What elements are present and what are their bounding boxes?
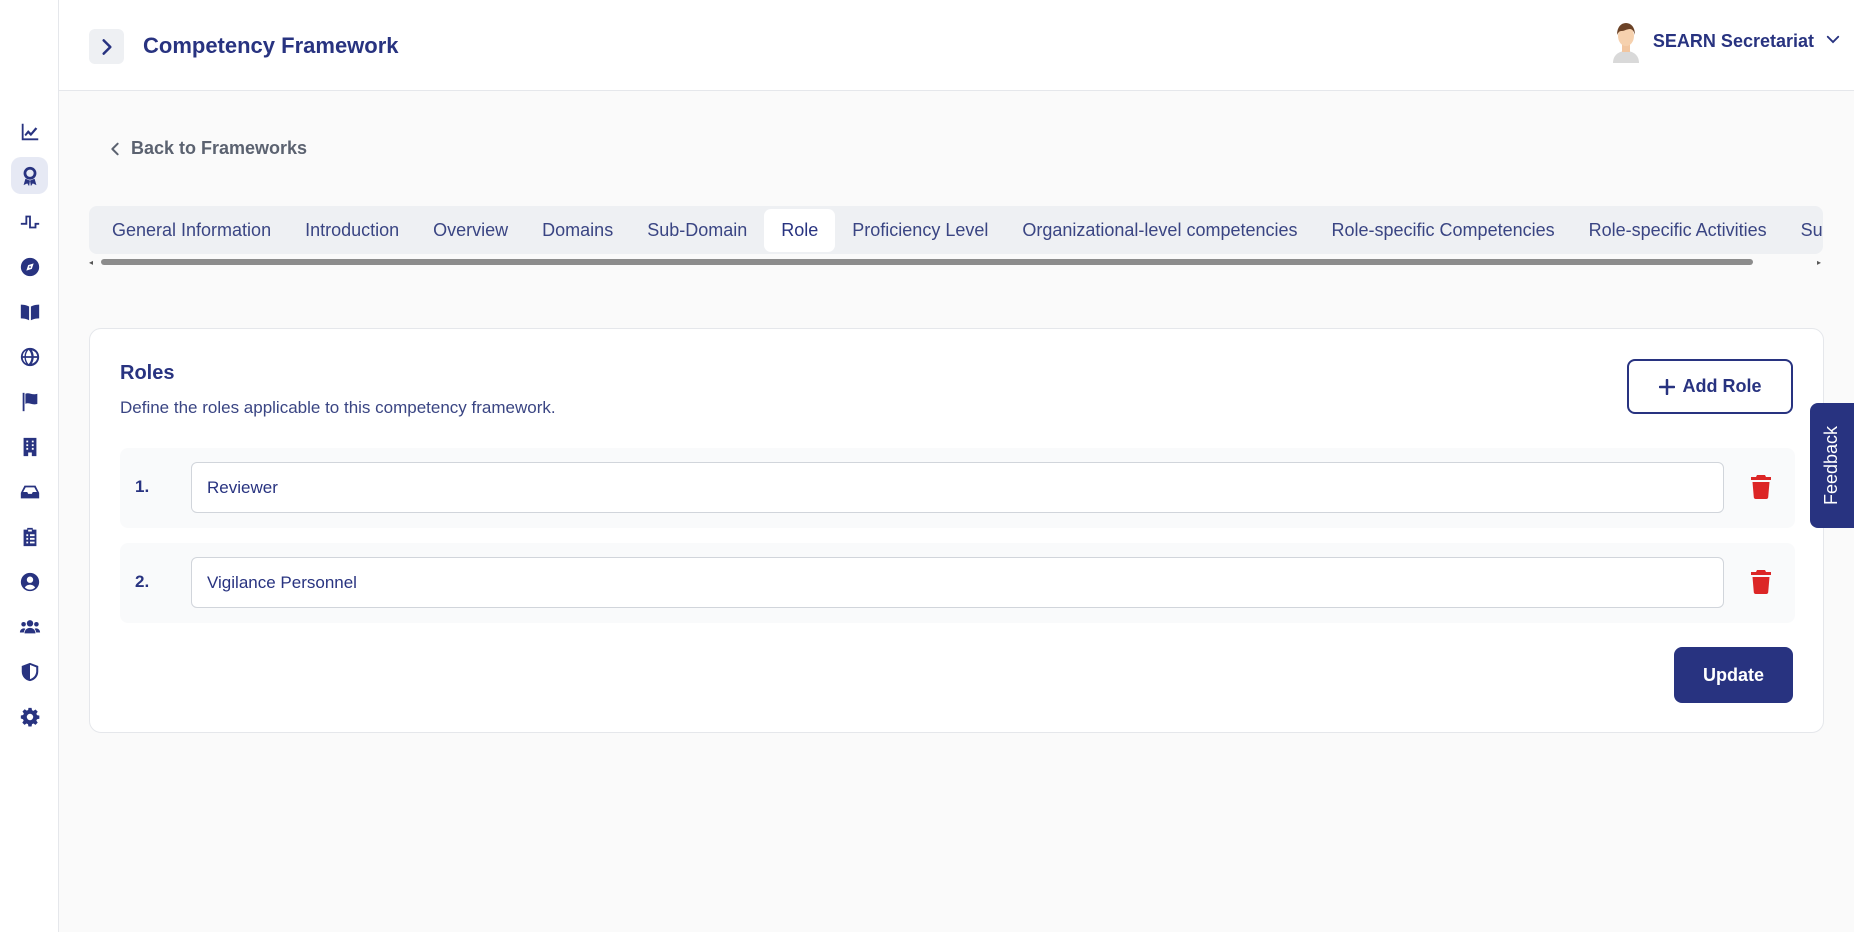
sidebar-item-countries[interactable] [11, 383, 48, 420]
tab-general-information[interactable]: General Information [95, 209, 288, 252]
user-menu[interactable]: SEARN Secretariat [1609, 18, 1842, 64]
role-row: 1. [120, 448, 1795, 528]
tabs-scrollbar[interactable]: ◂ ▸ [89, 258, 1823, 267]
trash-icon [1751, 570, 1771, 594]
chevron-down-icon [1824, 30, 1842, 53]
role-name-input[interactable] [191, 557, 1724, 608]
roles-card: Roles Define the roles applicable to thi… [89, 328, 1824, 733]
page-title: Competency Framework [143, 33, 399, 58]
user-name: SEARN Secretariat [1652, 30, 1814, 51]
sidebar-item-activity[interactable] [11, 203, 48, 240]
sidebar-item-dashboard[interactable] [11, 113, 48, 150]
book-open-icon [20, 304, 39, 320]
role-number: 2. [135, 572, 150, 591]
sidebar-item-competency[interactable] [11, 157, 48, 194]
chevron-left-icon [111, 142, 119, 155]
sidebar-item-explore[interactable] [11, 248, 48, 285]
inbox-icon [20, 485, 39, 498]
tab-role-specific-competencies[interactable]: Role-specific Competencies [1315, 209, 1572, 252]
tab-role[interactable]: Role [764, 208, 836, 252]
sidebar-item-settings[interactable] [11, 698, 48, 735]
shield-icon [21, 662, 38, 681]
add-role-button[interactable]: Add Role [1627, 359, 1793, 414]
gear-icon [20, 707, 39, 727]
sidebar-toggle-button[interactable] [89, 29, 124, 64]
role-number: 1. [135, 477, 150, 496]
back-link-label: Back to Frameworks [131, 138, 308, 158]
sidebar [0, 0, 59, 932]
delete-role-button[interactable] [1749, 473, 1773, 501]
tab-sub-domain[interactable]: Sub-Domain [630, 209, 764, 252]
scroll-left-arrow-icon[interactable]: ◂ [89, 258, 93, 267]
chevron-right-icon [101, 38, 112, 55]
sidebar-item-assessments[interactable] [11, 518, 48, 555]
compass-icon [20, 257, 39, 276]
tab-bar: General Information Introduction Overvie… [89, 206, 1823, 268]
tab-proficiency-level[interactable]: Proficiency Level [835, 209, 1005, 252]
role-name-input[interactable] [191, 462, 1724, 513]
tab-organizational-competencies[interactable]: Organizational-level competencies [1005, 209, 1314, 252]
plus-icon [1658, 378, 1675, 395]
user-circle-icon [20, 572, 39, 591]
tab-overview[interactable]: Overview [416, 209, 525, 252]
add-role-label: Add Role [1682, 376, 1762, 396]
sidebar-item-library[interactable] [11, 293, 48, 330]
tab-role-specific-activities[interactable]: Role-specific Activities [1572, 209, 1784, 252]
signal-wave-icon [20, 215, 39, 228]
sidebar-item-organizations[interactable] [11, 428, 48, 465]
back-to-frameworks-link[interactable]: Back to Frameworks [107, 138, 307, 159]
building-icon [23, 437, 36, 456]
tab-suggestions[interactable]: Sugges [1784, 209, 1823, 252]
scrollbar-thumb[interactable] [101, 259, 1753, 265]
chart-line-icon [21, 123, 38, 140]
role-row: 2. [120, 543, 1795, 623]
avatar [1612, 23, 1639, 63]
sidebar-item-profile[interactable] [11, 563, 48, 600]
feedback-label: Feedback [1821, 425, 1842, 506]
users-icon [19, 619, 40, 633]
award-icon [23, 166, 36, 186]
sidebar-item-global[interactable] [11, 338, 48, 375]
sidebar-item-security[interactable] [11, 653, 48, 690]
roles-description: Define the roles applicable to this comp… [120, 398, 556, 417]
globe-icon [20, 347, 39, 366]
update-button[interactable]: Update [1674, 647, 1793, 703]
clipboard-list-icon [23, 527, 36, 546]
delete-role-button[interactable] [1749, 568, 1773, 596]
trash-icon [1751, 475, 1771, 499]
top-header: Competency Framework SEARN Secretariat [59, 0, 1854, 91]
flag-icon [22, 392, 37, 411]
tab-introduction[interactable]: Introduction [288, 209, 416, 252]
feedback-button[interactable]: Feedback [1810, 403, 1854, 528]
sidebar-item-users[interactable] [11, 608, 48, 645]
roles-title: Roles [120, 362, 175, 384]
sidebar-item-inbox[interactable] [11, 473, 48, 510]
scroll-right-arrow-icon[interactable]: ▸ [1817, 258, 1821, 267]
tab-domains[interactable]: Domains [525, 209, 630, 252]
